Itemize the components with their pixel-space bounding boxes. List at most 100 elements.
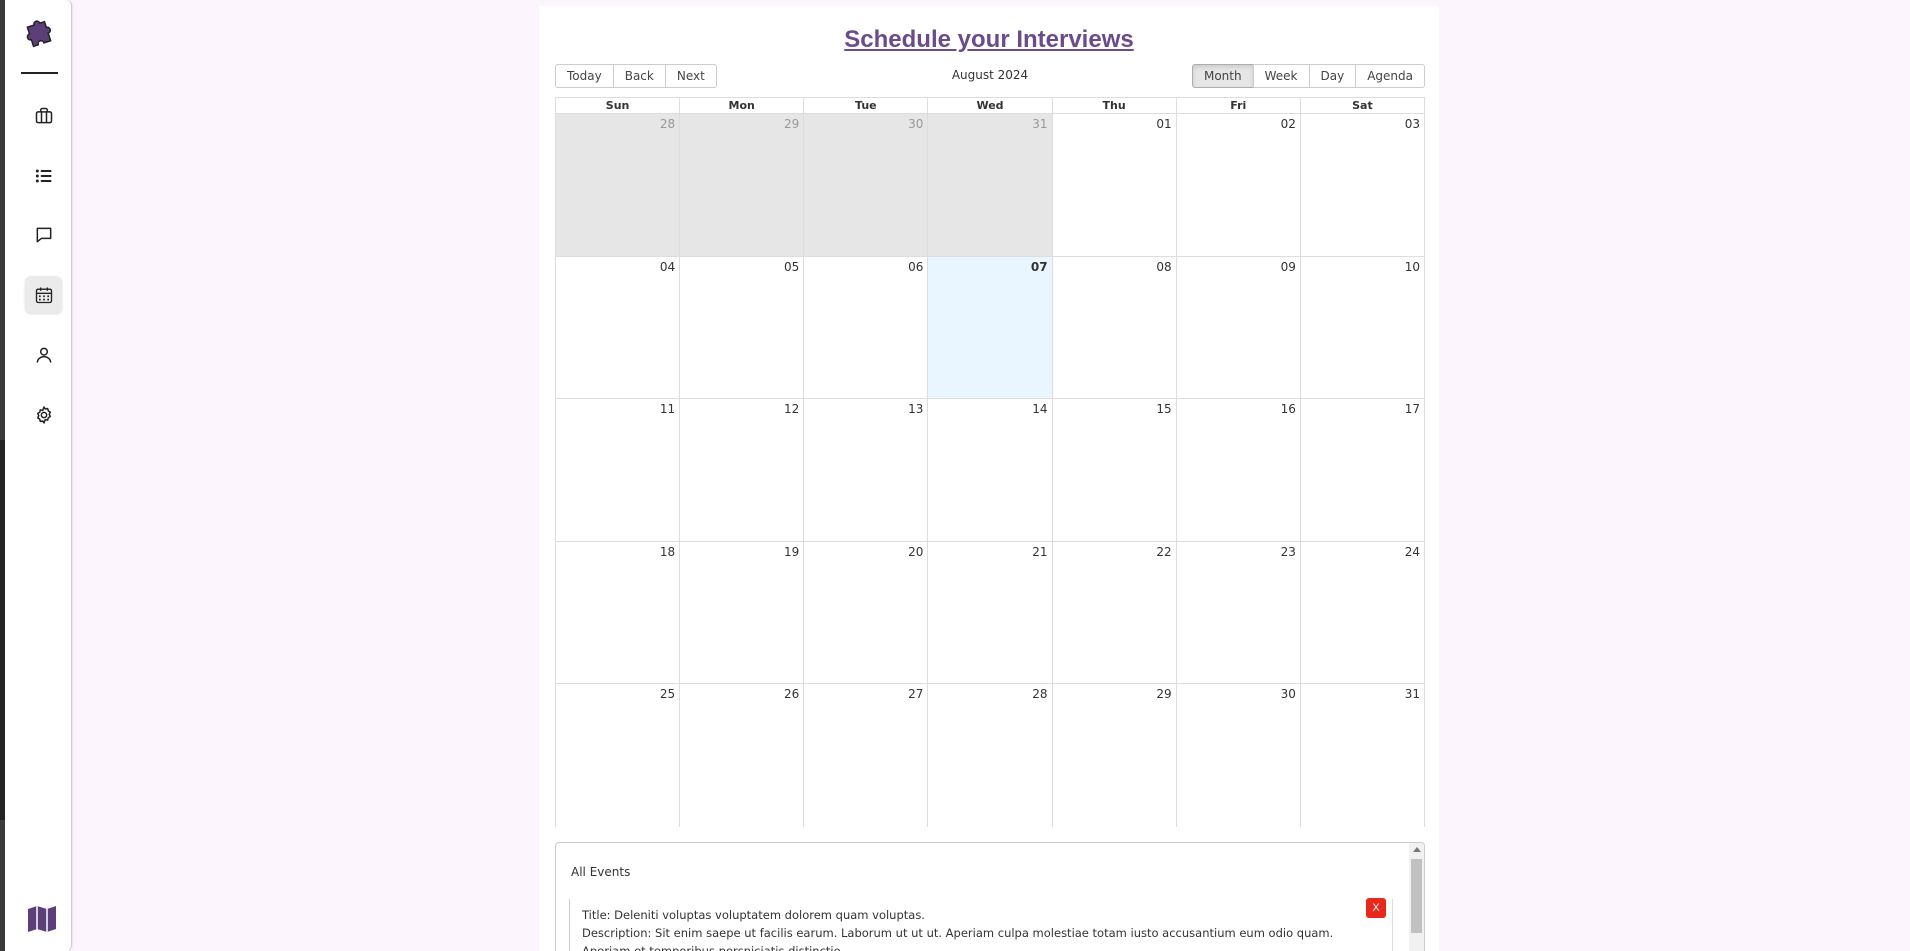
day-cell[interactable]: 21: [927, 541, 1052, 684]
agenda-view-button[interactable]: Agenda: [1355, 64, 1425, 88]
events-scrollbar[interactable]: [1409, 843, 1424, 951]
day-cell[interactable]: 13: [803, 399, 928, 541]
day-number[interactable]: 26: [784, 687, 799, 701]
day-cell[interactable]: 16: [1175, 399, 1300, 541]
day-number[interactable]: 05: [784, 260, 799, 274]
sidebar-item-messages[interactable]: [25, 216, 62, 253]
day-number[interactable]: 06: [908, 260, 923, 274]
event-item[interactable]: Title: Deleniti voluptas voluptatem dolo…: [569, 899, 1393, 951]
briefcase-icon: [35, 107, 52, 123]
day-cell[interactable]: 08: [1051, 256, 1176, 399]
day-cell[interactable]: 31: [1299, 684, 1424, 827]
day-cell[interactable]: 07: [927, 256, 1052, 399]
scroll-up-arrow-icon[interactable]: [1413, 847, 1421, 852]
day-cell[interactable]: 06: [803, 256, 928, 399]
day-cell[interactable]: 09: [1175, 256, 1300, 399]
day-number[interactable]: 29: [1156, 687, 1171, 701]
month-view-button[interactable]: Month: [1191, 64, 1254, 88]
next-button[interactable]: Next: [664, 64, 717, 88]
day-cell[interactable]: 17: [1299, 399, 1424, 541]
day-number[interactable]: 28: [660, 117, 675, 131]
day-view-button[interactable]: Day: [1308, 64, 1357, 88]
user-icon: [36, 347, 51, 363]
day-number[interactable]: 24: [1405, 545, 1420, 559]
map-icon[interactable]: [26, 904, 58, 934]
day-cell[interactable]: 18: [556, 541, 680, 684]
day-number[interactable]: 31: [1032, 117, 1047, 131]
delete-event-button[interactable]: X: [1366, 898, 1386, 918]
week-view-button[interactable]: Week: [1252, 64, 1310, 88]
day-cell[interactable]: 19: [679, 541, 804, 684]
day-cell[interactable]: 04: [556, 256, 680, 399]
week-row: 18 19 20 21 22 23 24: [556, 541, 1424, 685]
day-number[interactable]: 12: [784, 402, 799, 416]
day-number[interactable]: 08: [1156, 260, 1171, 274]
today-button[interactable]: Today: [555, 64, 614, 88]
day-number[interactable]: 18: [660, 545, 675, 559]
day-number[interactable]: 13: [908, 402, 923, 416]
day-cell[interactable]: 24: [1299, 541, 1424, 684]
day-cell[interactable]: 26: [679, 684, 804, 827]
weekday-label: Wed: [927, 98, 1051, 113]
day-number[interactable]: 10: [1405, 260, 1420, 274]
day-cell[interactable]: 31: [927, 114, 1052, 256]
day-cell[interactable]: 25: [556, 684, 680, 827]
day-number[interactable]: 11: [660, 402, 675, 416]
day-cell[interactable]: 22: [1051, 541, 1176, 684]
back-button[interactable]: Back: [612, 64, 666, 88]
day-number[interactable]: 02: [1281, 117, 1296, 131]
scrollbar-thumb[interactable]: [1411, 859, 1422, 933]
day-cell[interactable]: 11: [556, 399, 680, 541]
day-number[interactable]: 17: [1405, 402, 1420, 416]
sidebar-item-jobs[interactable]: [25, 97, 62, 134]
sidebar-item-list[interactable]: [25, 157, 62, 194]
day-number[interactable]: 29: [784, 117, 799, 131]
day-cell[interactable]: 30: [1175, 684, 1300, 827]
day-number[interactable]: 04: [660, 260, 675, 274]
day-number[interactable]: 31: [1405, 687, 1420, 701]
day-number[interactable]: 07: [1031, 260, 1048, 274]
events-heading: All Events: [571, 865, 631, 879]
weekday-label: Tue: [803, 98, 927, 113]
day-cell[interactable]: 29: [679, 114, 804, 256]
day-number[interactable]: 27: [908, 687, 923, 701]
day-cell[interactable]: 02: [1175, 114, 1300, 256]
day-number[interactable]: 01: [1156, 117, 1171, 131]
day-cell[interactable]: 14: [927, 399, 1052, 541]
day-cell[interactable]: 01: [1051, 114, 1176, 256]
day-cell[interactable]: 27: [803, 684, 928, 827]
day-cell[interactable]: 29: [1051, 684, 1176, 827]
day-cell[interactable]: 12: [679, 399, 804, 541]
day-cell[interactable]: 20: [803, 541, 928, 684]
weekday-header: Sun Mon Tue Wed Thu Fri Sat: [556, 98, 1424, 114]
day-cell[interactable]: 30: [803, 114, 928, 256]
day-number[interactable]: 30: [1281, 687, 1296, 701]
calendar-toolbar: August 2024 Today Back Next Month Week D…: [555, 64, 1425, 88]
day-number[interactable]: 15: [1156, 402, 1171, 416]
day-cell[interactable]: 03: [1299, 114, 1424, 256]
day-number[interactable]: 19: [784, 545, 799, 559]
week-row: 04 05 06 07 08 09 10: [556, 256, 1424, 400]
day-number[interactable]: 21: [1032, 545, 1047, 559]
day-cell[interactable]: 28: [927, 684, 1052, 827]
day-number[interactable]: 23: [1281, 545, 1296, 559]
day-cell[interactable]: 23: [1175, 541, 1300, 684]
sidebar-item-settings[interactable]: [25, 396, 62, 433]
puzzle-logo-icon[interactable]: [24, 18, 54, 52]
day-number[interactable]: 03: [1405, 117, 1420, 131]
day-cell[interactable]: 15: [1051, 399, 1176, 541]
sidebar-item-calendar[interactable]: [25, 276, 62, 313]
day-cell[interactable]: 28: [556, 114, 680, 256]
day-number[interactable]: 25: [660, 687, 675, 701]
day-number[interactable]: 16: [1281, 402, 1296, 416]
day-number[interactable]: 20: [908, 545, 923, 559]
day-cell[interactable]: 10: [1299, 256, 1424, 399]
day-number[interactable]: 22: [1156, 545, 1171, 559]
day-number[interactable]: 09: [1281, 260, 1296, 274]
day-number[interactable]: 28: [1032, 687, 1047, 701]
day-cell[interactable]: 05: [679, 256, 804, 399]
day-number[interactable]: 30: [908, 117, 923, 131]
navigation-buttons: Today Back Next: [555, 64, 717, 88]
day-number[interactable]: 14: [1032, 402, 1047, 416]
sidebar-item-profile[interactable]: [25, 336, 62, 373]
